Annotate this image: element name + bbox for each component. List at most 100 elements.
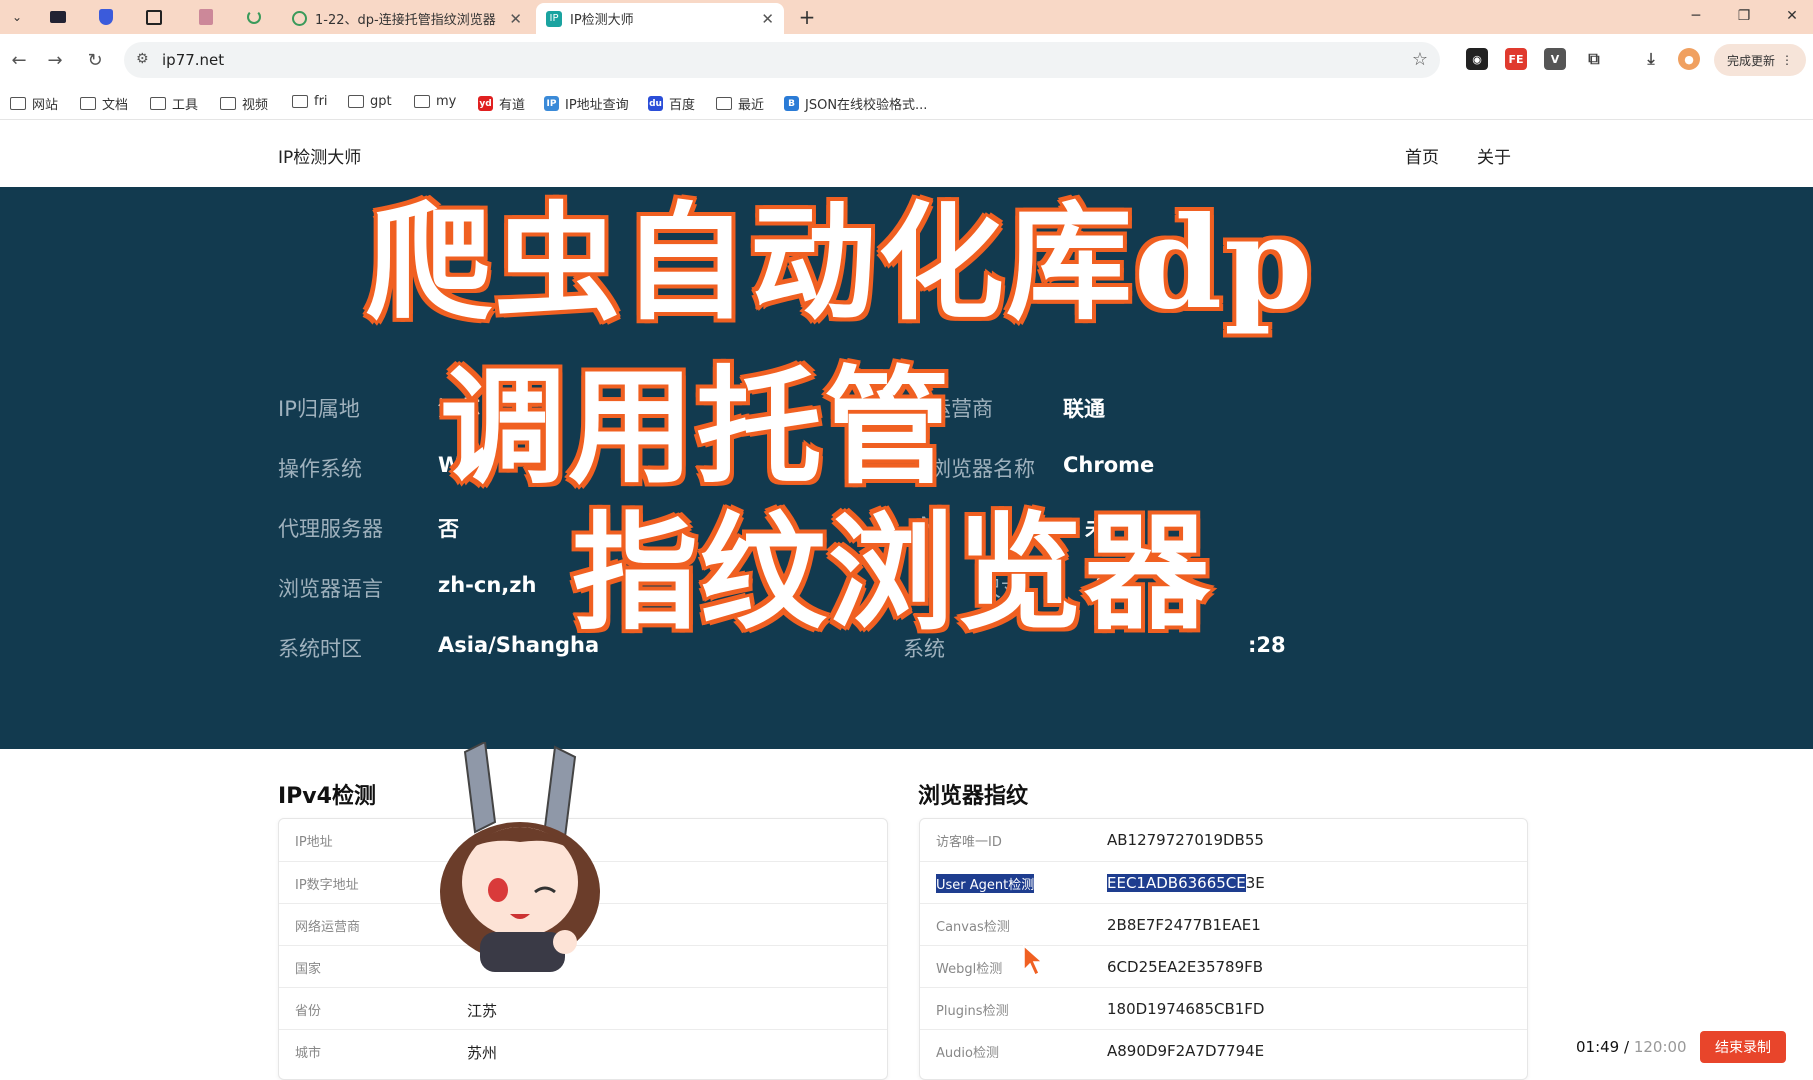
row-key: 网络运营商: [295, 920, 361, 935]
restore-button[interactable]: ❐: [1724, 4, 1764, 28]
pinned-tab-4[interactable]: [194, 5, 218, 29]
bookmark-item[interactable]: my: [414, 94, 456, 109]
folder-icon: [80, 97, 96, 110]
hero-value: 否: [438, 517, 459, 541]
bookmarks-bar: 网站 文档 工具 视频 fri gpt my yd 有道 IP IP地址查询 du 百…: [0, 86, 1813, 120]
folder-icon: [348, 95, 364, 108]
table-row: Audio检测 A890D9F2A7D7794E: [920, 1029, 1527, 1071]
fingerprint-section-title: 浏览器指纹: [918, 784, 1029, 809]
row-key: IP地址: [295, 835, 333, 850]
pinned-tab-2[interactable]: [94, 5, 118, 29]
ip-query-icon: IP: [544, 96, 559, 111]
pinned-tab-5[interactable]: [242, 5, 266, 29]
row-value: AB1279727019DB55: [1107, 831, 1264, 849]
hero-value: 未: [1085, 517, 1106, 541]
mouse-cursor-icon: [1023, 944, 1044, 977]
close-window-button[interactable]: ✕: [1772, 4, 1812, 28]
address-bar[interactable]: ⚙ ip77.net ☆: [124, 42, 1440, 78]
stop-recording-label: 结束录制: [1715, 1040, 1771, 1056]
site-title[interactable]: IP检测大师: [278, 143, 361, 168]
table-row: 访客唯一ID AB1279727019DB55: [920, 819, 1527, 861]
row-key: 城市: [295, 1046, 322, 1061]
bookmark-label: 百度: [669, 98, 696, 113]
bookmark-item[interactable]: gpt: [348, 94, 392, 109]
bookmark-item[interactable]: du 百度: [648, 94, 695, 113]
extension-fe-icon[interactable]: FE: [1505, 48, 1527, 70]
hero-value: 江苏: [438, 397, 480, 421]
table-row: Webgl检测 6CD25EA2E35789FB: [920, 945, 1527, 987]
folder-icon: [150, 97, 166, 110]
hero-label: 浏览器名称: [930, 457, 1035, 481]
ipv4-section-title: IPv4检测: [278, 784, 376, 809]
hero-label: 代理服务器: [278, 517, 383, 541]
bookmark-item[interactable]: 工具: [150, 94, 198, 113]
tab-label: 1-22、dp-连接托管指纹浏览器: [315, 13, 496, 28]
extension-1-icon[interactable]: ◉: [1466, 48, 1488, 70]
extensions-puzzle-icon[interactable]: ⧉: [1583, 48, 1605, 70]
hero-label: 系统: [903, 637, 945, 661]
browser-toolbar: ← → ↻ ⚙ ip77.net ☆ ◉ FE V ⧉ ⤓ ● 完成更新 ⋮: [0, 34, 1813, 86]
close-icon[interactable]: ✕: [761, 10, 774, 28]
row-value: EEC1ADB63665CE3E: [1107, 874, 1265, 892]
row-value: A890D9F2A7D7794E: [1107, 1042, 1265, 1060]
bookmark-label: 视频: [242, 98, 269, 113]
table-row: User Agent检测 EEC1ADB63665CE3E: [920, 861, 1527, 903]
download-icon[interactable]: ⤓: [1640, 48, 1662, 70]
bookmark-item[interactable]: IP IP地址查询: [544, 94, 629, 113]
timer-separator: /: [1619, 1038, 1634, 1056]
fingerprint-table: 访客唯一ID AB1279727019DB55 User Agent检测 EEC1A…: [919, 818, 1528, 1080]
nav-about-link[interactable]: 关于: [1477, 143, 1511, 168]
tab-ip-checker[interactable]: IP IP检测大师 ✕: [536, 3, 784, 34]
hero-value: :28: [1248, 633, 1286, 657]
hero-value: Asia/Shangha: [438, 633, 600, 657]
extension-v-icon[interactable]: V: [1544, 48, 1566, 70]
selected-text: EEC1ADB63665CE: [1107, 874, 1246, 892]
row-key: 访客唯一ID: [936, 835, 1002, 850]
pinned-tab-3[interactable]: [142, 5, 166, 29]
back-button[interactable]: ←: [6, 47, 32, 73]
stop-recording-button[interactable]: 结束录制: [1700, 1031, 1786, 1063]
folder-icon: [220, 97, 236, 110]
update-button[interactable]: 完成更新 ⋮: [1714, 44, 1806, 76]
pinned-tab-icon: [50, 11, 66, 23]
new-tab-button[interactable]: +: [794, 5, 820, 29]
bookmark-item[interactable]: fri: [292, 94, 328, 109]
bookmark-item[interactable]: 视频: [220, 94, 268, 113]
hero-value: 0: [1095, 573, 1110, 597]
row-key: IP数字地址: [295, 878, 359, 893]
site-header: IP检测大师 首页 关于: [0, 121, 1813, 187]
reload-button[interactable]: ↻: [82, 47, 108, 73]
row-key: Plugins检测: [936, 1004, 1009, 1019]
bookmark-item[interactable]: 最近: [716, 94, 764, 113]
json-icon: B: [784, 96, 799, 111]
recording-timer: 01:49 / 120:00: [1576, 1038, 1687, 1056]
table-row: Plugins检测 180D1974685CB1FD: [920, 987, 1527, 1029]
bookmark-item[interactable]: 网站: [10, 94, 58, 113]
ip-site-icon: IP: [546, 10, 562, 27]
row-value: 江苏: [467, 1002, 498, 1020]
tab-dp-video[interactable]: 1-22、dp-连接托管指纹浏览器 ✕: [282, 3, 532, 34]
profile-avatar[interactable]: ●: [1678, 48, 1700, 70]
bookmark-item[interactable]: B JSON在线校验格式...: [784, 94, 927, 113]
bookmark-star-icon[interactable]: ☆: [1412, 49, 1428, 70]
pinned-tab-1[interactable]: [46, 5, 70, 29]
tab-search-button[interactable]: ⌄: [6, 5, 28, 29]
forward-button[interactable]: →: [42, 47, 68, 73]
hero-label: 尺寸: [980, 577, 1022, 601]
bookmark-item[interactable]: yd 有道: [478, 94, 525, 113]
store-icon: [146, 9, 162, 25]
table-row: 省份 江苏: [279, 987, 887, 1029]
folder-icon: [292, 95, 308, 108]
close-icon[interactable]: ✕: [509, 10, 522, 28]
hero-value: Chrome: [1063, 453, 1155, 477]
bookmark-item[interactable]: 文档: [80, 94, 128, 113]
folder-icon: [414, 95, 430, 108]
nav-home-link[interactable]: 首页: [1405, 143, 1439, 168]
hero-value: zh-cn,zh: [438, 573, 537, 597]
site-info-icon[interactable]: ⚙: [136, 51, 149, 67]
minimize-button[interactable]: ─: [1676, 4, 1716, 28]
table-row: Canvas检测 2B8E7F2477B1EAE1: [920, 903, 1527, 945]
folder-icon: [10, 97, 26, 110]
hero-label: 运营商: [930, 397, 993, 421]
ip-summary-hero: IP归属地 江苏 运营商 联通 操作系统 W 浏览器名称 Chrome 代理服务…: [0, 187, 1813, 749]
